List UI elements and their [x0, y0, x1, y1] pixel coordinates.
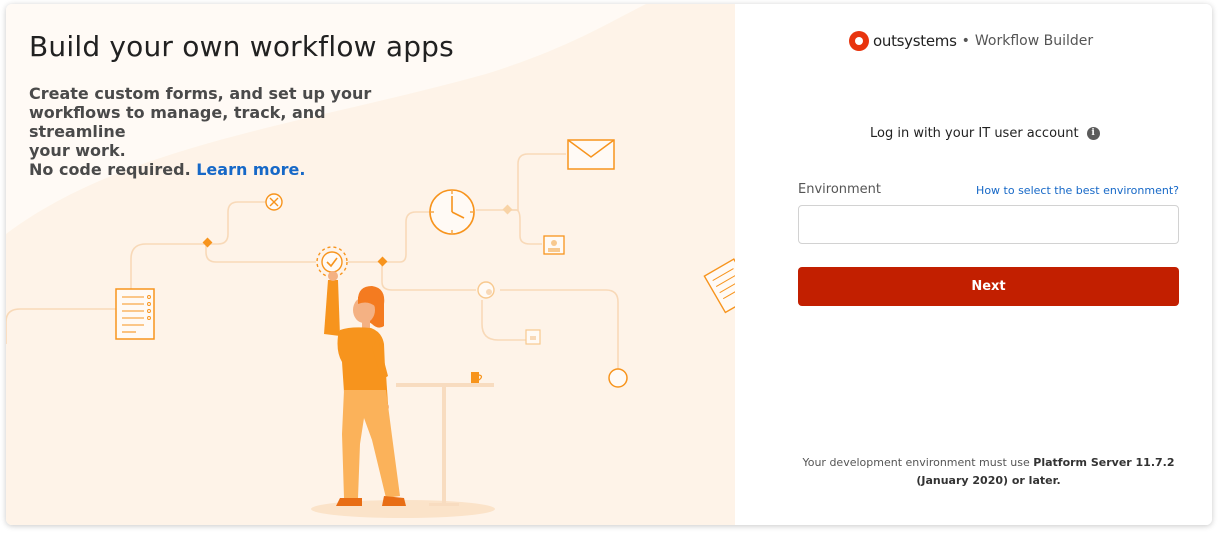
learn-more-link[interactable]: Learn more. — [196, 160, 305, 179]
environment-input[interactable] — [798, 205, 1179, 244]
hero-subtitle-line: your work. — [29, 141, 126, 160]
footnote-date: (January 2020) or later. — [916, 474, 1061, 487]
hero-subtitle-line: Create custom forms, and set up your — [29, 84, 372, 103]
footnote-version: Platform Server 11.7.2 — [1033, 456, 1175, 469]
environment-help-link[interactable]: How to select the best environment? — [976, 184, 1179, 197]
hero-title: Build your own workflow apps — [29, 30, 454, 63]
login-heading-text: Log in with your IT user account — [870, 125, 1079, 141]
next-button[interactable]: Next — [798, 267, 1179, 306]
promo-panel: Build your own workflow apps Create cust… — [6, 4, 735, 525]
environment-label: Environment — [798, 182, 882, 197]
no-code-text: No code required. — [29, 160, 197, 179]
outsystems-logo-icon — [849, 31, 869, 51]
login-heading: Log in with your IT user account i — [870, 124, 1100, 142]
brand-separator: • — [961, 33, 970, 49]
login-window: Build your own workflow apps Create cust… — [6, 4, 1212, 525]
brand-header: outsystems • Workflow Builder — [849, 31, 1093, 51]
footnote-prefix: Your development environment must use — [802, 456, 1034, 469]
workflow-illustration — [6, 4, 735, 525]
login-panel: outsystems • Workflow Builder Log in wit… — [735, 4, 1212, 525]
hero-subtitle-line: workflows to manage, track, and streamli… — [29, 103, 326, 141]
info-icon[interactable]: i — [1086, 126, 1100, 140]
platform-requirement-note: Your development environment must use Pl… — [775, 454, 1202, 490]
hero-subtitle: Create custom forms, and set up your wor… — [29, 84, 419, 179]
no-code-line: No code required. Learn more. — [29, 160, 419, 179]
product-name: Workflow Builder — [974, 33, 1094, 49]
brand-name: outsystems — [873, 32, 957, 50]
